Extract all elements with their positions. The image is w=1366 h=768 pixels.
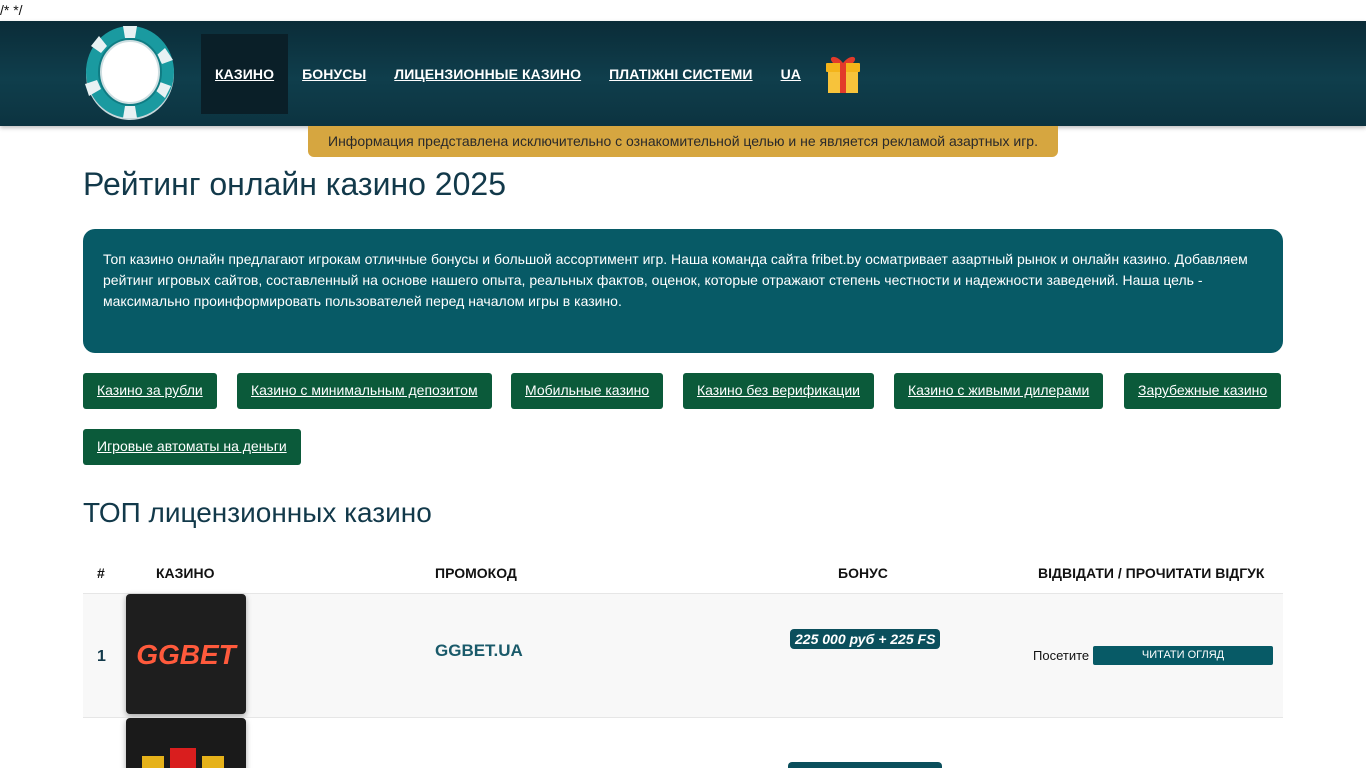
chip-live-dealers[interactable]: Казино с живыми дилерами	[894, 373, 1104, 409]
site-logo-casino-chip-icon[interactable]	[83, 24, 177, 120]
stray-css-text: /* */	[0, 2, 23, 18]
casino-logo-ggbet[interactable]: GGBET	[126, 594, 246, 714]
intro-paragraph: Топ казино онлайн предлагают игрокам отл…	[103, 251, 1248, 309]
header-rank: #	[97, 565, 105, 581]
chip-foreign-casino[interactable]: Зарубежные казино	[1124, 373, 1282, 409]
visit-link[interactable]: Посетите	[1033, 648, 1089, 663]
table-header: # КАЗИНО ПРОМОКОД БОНУС ВІДВІДАТИ / ПРОЧ…	[83, 553, 1283, 593]
nav-item-language-ua[interactable]: UA	[767, 34, 815, 114]
gift-icon[interactable]	[823, 53, 863, 95]
chip-mobile-casino[interactable]: Мобильные казино	[511, 373, 664, 409]
chip-min-deposit[interactable]: Казино с минимальным депозитом	[237, 373, 492, 409]
header-casino: КАЗИНО	[156, 565, 215, 581]
chip-casino-rubles[interactable]: Казино за рубли	[83, 373, 217, 409]
header-promo: ПРОМОКОД	[435, 565, 517, 581]
main-nav: КАЗИНО БОНУСЫ ЛИЦЕНЗИОННЫЕ КАЗИНО ПЛАТІЖ…	[201, 34, 863, 114]
table-row-partial	[83, 717, 1283, 768]
intro-text-block: Топ казино онлайн предлагают игрокам отл…	[83, 229, 1283, 353]
casino-logo-second[interactable]	[126, 718, 246, 768]
disclaimer-notice: Информация представлена исключительно с …	[308, 126, 1058, 157]
chip-no-verification[interactable]: Казино без верификации	[683, 373, 874, 409]
section-title-top-casinos: ТОП лицензионных казино	[83, 497, 432, 528]
nav-item-casino[interactable]: КАЗИНО	[201, 34, 289, 114]
casino-rating-table: # КАЗИНО ПРОМОКОД БОНУС ВІДВІДАТИ / ПРОЧ…	[83, 553, 1283, 768]
bonus-badge: 225 000 руб + 225 FS	[790, 629, 941, 649]
read-review-button[interactable]: ЧИТАТИ ОГЛЯД	[1093, 646, 1273, 665]
row-rank: 1	[97, 648, 106, 665]
nav-item-bonuses[interactable]: БОНУСЫ	[288, 34, 380, 114]
promo-code[interactable]: GGBET.UA	[435, 641, 523, 661]
nav-item-payment-systems[interactable]: ПЛАТІЖНІ СИСТЕМИ	[595, 34, 766, 114]
bonus-badge-partial	[788, 762, 942, 768]
header-action: ВІДВІДАТИ / ПРОЧИТАТИ ВІДГУК	[1038, 565, 1265, 581]
table-row: 1 GGBET GGBET.UA 225 000 руб + 225 FS По…	[83, 593, 1283, 717]
header-bonus: БОНУС	[838, 565, 888, 581]
logo-text: GGBET	[136, 639, 238, 670]
top-navigation-bar: КАЗИНО БОНУСЫ ЛИЦЕНЗИОННЫЕ КАЗИНО ПЛАТІЖ…	[0, 21, 1366, 126]
nav-item-licensed-casino[interactable]: ЛИЦЕНЗИОННЫЕ КАЗИНО	[380, 34, 595, 114]
chip-slot-machines[interactable]: Игровые автоматы на деньги	[83, 429, 301, 465]
page-title: Рейтинг онлайн казино 2025	[83, 166, 506, 202]
